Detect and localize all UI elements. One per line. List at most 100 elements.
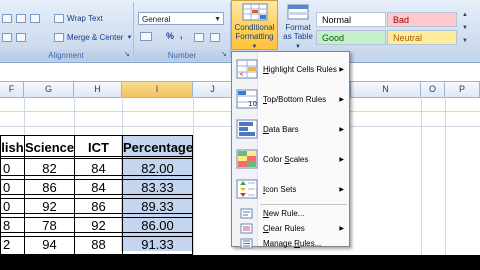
wrap-text-label: Wrap Text [67, 14, 103, 23]
decrease-decimal-icon [210, 33, 220, 42]
gridline [421, 97, 422, 270]
column-header[interactable]: P [445, 82, 480, 97]
menu-item-label-rest: ules... [299, 238, 322, 248]
menu-item-label-rest: cales [289, 154, 309, 164]
data-bars-icon [236, 119, 258, 139]
menu-item-label: Highlight Cells Rules [263, 65, 337, 74]
table-cell[interactable]: 88 [74, 232, 123, 255]
chevron-down-icon: ▼ [295, 44, 301, 50]
submenu-arrow-icon: ▶ [339, 186, 344, 193]
menu-item-label: Color Scales [263, 155, 308, 164]
styles-scroll-down-button[interactable]: ▼ [462, 25, 468, 31]
increase-decimal-icon [194, 33, 204, 42]
conditional-formatting-icon [242, 3, 267, 21]
submenu-arrow-icon: ▶ [339, 96, 344, 103]
alignment-dialog-launcher[interactable]: ↘ [124, 50, 130, 58]
table-cell[interactable]: 94 [24, 232, 75, 255]
comma-button[interactable]: , [180, 30, 183, 40]
percent-button[interactable]: % [166, 31, 174, 41]
menu-item-label-pre: Color [263, 154, 285, 164]
chevron-down-icon: ▼ [214, 16, 221, 23]
column-header[interactable]: F [0, 82, 24, 97]
menu-item-color-scales[interactable]: Color Scales ▶ [232, 145, 349, 173]
table-cell[interactable]: 91.33 [122, 232, 193, 255]
bottom-bar [0, 255, 480, 270]
currency-button[interactable] [140, 32, 152, 43]
align-left-icon [2, 14, 12, 23]
menu-item-top-bottom-rules[interactable]: 10 Top/Bottom Rules ▶ [232, 85, 349, 113]
format-as-table-label-2: as Table ▼ [281, 32, 315, 52]
styles-scroll-up-button[interactable]: ▲ [462, 12, 468, 18]
conditional-formatting-button[interactable]: Conditional Formatting ▼ [231, 0, 278, 50]
merge-dropdown-arrow-icon[interactable]: ▼ [126, 35, 132, 41]
decrease-indent-button[interactable] [2, 33, 12, 42]
table-cell[interactable]: 2 [0, 232, 25, 255]
style-bad[interactable]: Bad [387, 12, 457, 27]
manage-rules-icon [240, 238, 253, 248]
icon-sets-icon [236, 179, 258, 199]
svg-text:<: < [239, 71, 244, 78]
number-dialog-launcher[interactable]: ↘ [221, 50, 227, 58]
column-header[interactable]: H [74, 82, 122, 97]
menu-item-label-rest: op/Bottom Rules [267, 94, 327, 104]
submenu-arrow-icon: ▶ [339, 225, 344, 232]
align-right-button[interactable] [30, 14, 40, 23]
styles-more-button[interactable]: ▼ [462, 38, 468, 44]
column-header[interactable]: O [421, 82, 445, 97]
menu-item-clear-rules[interactable]: Clear Rules ▶ [232, 221, 349, 235]
format-as-table-button[interactable]: Format as Table ▼ [281, 2, 315, 50]
clear-rules-icon [240, 223, 253, 233]
column-header[interactable]: G [24, 82, 74, 97]
column-header[interactable]: J [193, 82, 233, 97]
new-rule-icon [240, 208, 253, 218]
top-bottom-icon: 10 [236, 89, 258, 109]
color-scales-icon [236, 149, 258, 169]
format-as-table-label-2-text: as Table [283, 32, 313, 41]
highlight-cells-icon: < [236, 59, 258, 79]
column-header[interactable]: N [350, 82, 421, 97]
style-good[interactable]: Good [316, 30, 386, 45]
align-right-icon [30, 14, 40, 23]
decrease-decimal-button[interactable] [210, 33, 220, 42]
menu-item-data-bars[interactable]: Data Bars ▶ [232, 115, 349, 143]
menu-item-label: Manage Rules... [263, 239, 321, 248]
menu-item-new-rule[interactable]: New Rule... [232, 206, 349, 220]
menu-item-icon-sets[interactable]: Icon Sets ▶ [232, 175, 349, 203]
menu-item-label-pre: Manage [263, 238, 295, 248]
menu-item-label: Data Bars [263, 125, 299, 134]
gridline [445, 97, 446, 270]
decrease-indent-icon [2, 33, 12, 42]
menu-item-label-rest: con Sets [265, 184, 297, 194]
wrap-text-button[interactable]: Wrap Text [54, 14, 103, 23]
menu-item-label: Clear Rules [263, 224, 305, 233]
menu-item-label-rest: ata Bars [268, 124, 299, 134]
merge-center-icon [54, 33, 64, 42]
gridline [193, 97, 194, 270]
style-normal[interactable]: Normal [316, 12, 386, 27]
submenu-arrow-icon: ▶ [339, 156, 344, 163]
currency-icon [140, 32, 152, 41]
number-format-value: General [142, 15, 171, 24]
submenu-arrow-icon: ▶ [339, 66, 344, 73]
column-header-selected[interactable]: I [122, 82, 193, 97]
number-format-dropdown[interactable]: General ▼ [138, 12, 224, 25]
alignment-group-label: Alignment [0, 50, 132, 61]
submenu-arrow-icon: ▶ [339, 126, 344, 133]
align-center-button[interactable] [16, 14, 26, 23]
increase-indent-icon [16, 33, 26, 42]
menu-item-label-rest: ew Rule... [268, 208, 305, 218]
merge-center-label: Merge & Center [67, 33, 124, 42]
style-neutral[interactable]: Neutral [387, 30, 457, 45]
increase-decimal-button[interactable] [194, 33, 204, 42]
svg-text:10: 10 [248, 100, 257, 108]
menu-item-label: Top/Bottom Rules [263, 95, 326, 104]
conditional-formatting-label-2: Formatting ▼ [232, 32, 277, 52]
menu-item-highlight-cells-rules[interactable]: < Highlight Cells Rules ▶ [232, 55, 349, 83]
wrap-text-icon [54, 14, 64, 23]
menu-separator [260, 204, 347, 205]
merge-center-button[interactable]: Merge & Center ▼ [54, 33, 132, 42]
conditional-formatting-label-1: Conditional [234, 23, 275, 32]
menu-item-manage-rules[interactable]: Manage Rules... [232, 236, 349, 250]
align-left-button[interactable] [2, 14, 12, 23]
increase-indent-button[interactable] [16, 33, 26, 42]
